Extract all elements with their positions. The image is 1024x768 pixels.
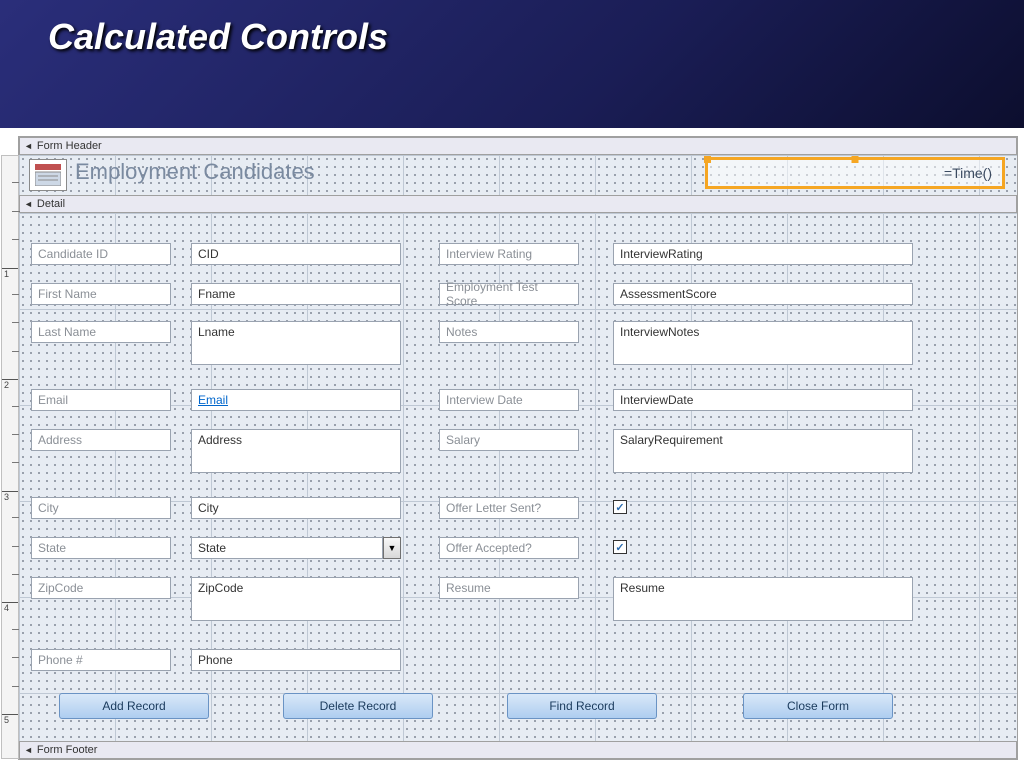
section-label: Form Header xyxy=(37,140,102,152)
combo-dropdown-button[interactable]: ▼ xyxy=(383,537,401,559)
form-header-area[interactable]: Employment Candidates =Time() xyxy=(19,155,1017,195)
field-label[interactable]: Notes xyxy=(439,321,579,343)
form-button[interactable]: Add Record xyxy=(59,693,209,719)
field-label[interactable]: ZipCode xyxy=(31,577,171,599)
form-button[interactable]: Delete Record xyxy=(283,693,433,719)
field-label[interactable]: Candidate ID xyxy=(31,243,171,265)
field-label[interactable]: Interview Rating xyxy=(439,243,579,265)
bound-textbox[interactable]: Fname xyxy=(191,283,401,305)
field-label[interactable]: Interview Date xyxy=(439,389,579,411)
bound-textbox[interactable]: InterviewDate xyxy=(613,389,913,411)
field-label[interactable]: Offer Accepted? xyxy=(439,537,579,559)
bound-textbox[interactable]: Email xyxy=(191,389,401,411)
bound-textbox[interactable]: Lname xyxy=(191,321,401,365)
field-label[interactable]: Phone # xyxy=(31,649,171,671)
expand-icon: ◄ xyxy=(24,141,33,151)
section-bar-form-footer[interactable]: ◄ Form Footer xyxy=(19,741,1017,759)
bound-textbox[interactable]: CID xyxy=(191,243,401,265)
ruler-mark: 5 xyxy=(2,714,18,725)
bound-textbox[interactable]: Address xyxy=(191,429,401,473)
field-label[interactable]: City xyxy=(31,497,171,519)
bound-textbox[interactable]: InterviewNotes xyxy=(613,321,913,365)
ruler-mark: 3 xyxy=(2,491,18,502)
field-label[interactable]: Last Name xyxy=(31,321,171,343)
field-label[interactable]: Address xyxy=(31,429,171,451)
field-label[interactable]: First Name xyxy=(31,283,171,305)
ruler-mark: 1 xyxy=(2,268,18,279)
ruler-mark: 2 xyxy=(2,379,18,390)
bound-textbox[interactable]: Phone xyxy=(191,649,401,671)
form-button[interactable]: Close Form xyxy=(743,693,893,719)
bound-textbox[interactable]: State xyxy=(191,537,383,559)
selection-handle[interactable] xyxy=(852,156,859,163)
divider xyxy=(0,128,1024,136)
expand-icon: ◄ xyxy=(24,745,33,755)
field-label[interactable]: Salary xyxy=(439,429,579,451)
field-label[interactable]: Email xyxy=(31,389,171,411)
section-bar-detail[interactable]: ◄ Detail xyxy=(19,195,1017,213)
bound-textbox[interactable]: AssessmentScore xyxy=(613,283,913,305)
bound-textbox[interactable]: InterviewRating xyxy=(613,243,913,265)
ruler-mark: 4 xyxy=(2,602,18,613)
bound-textbox[interactable]: City xyxy=(191,497,401,519)
form-design-surface: 12345 ◄ Form Header Employment Candidate… xyxy=(18,136,1018,760)
form-title-label[interactable]: Employment Candidates xyxy=(75,159,315,185)
checkbox[interactable]: ✓ xyxy=(613,540,627,554)
field-label[interactable]: State xyxy=(31,537,171,559)
vertical-ruler: 1 2 3 4 5 xyxy=(1,155,19,759)
selection-handle[interactable] xyxy=(704,156,711,163)
field-label[interactable]: Resume xyxy=(439,577,579,599)
section-bar-form-header[interactable]: ◄ Form Header xyxy=(19,137,1017,155)
time-calculated-control[interactable]: =Time() xyxy=(705,157,1005,189)
bound-textbox[interactable]: ZipCode xyxy=(191,577,401,621)
form-logo[interactable] xyxy=(29,159,67,191)
form-icon xyxy=(35,164,61,186)
field-label[interactable]: Offer Letter Sent? xyxy=(439,497,579,519)
section-label: Form Footer xyxy=(37,744,98,756)
field-label[interactable]: Employment Test Score xyxy=(439,283,579,305)
slide-title: Calculated Controls xyxy=(48,16,976,58)
detail-area[interactable]: Candidate ID CID First Name Fname Last Name L… xyxy=(19,213,1017,741)
time-expression: =Time() xyxy=(944,165,992,181)
checkbox[interactable]: ✓ xyxy=(613,500,627,514)
form-button[interactable]: Find Record xyxy=(507,693,657,719)
bound-textbox[interactable]: Resume xyxy=(613,577,913,621)
section-label: Detail xyxy=(37,198,65,210)
bound-textbox[interactable]: SalaryRequirement xyxy=(613,429,913,473)
slide-banner: Calculated Controls xyxy=(0,0,1024,128)
expand-icon: ◄ xyxy=(24,199,33,209)
